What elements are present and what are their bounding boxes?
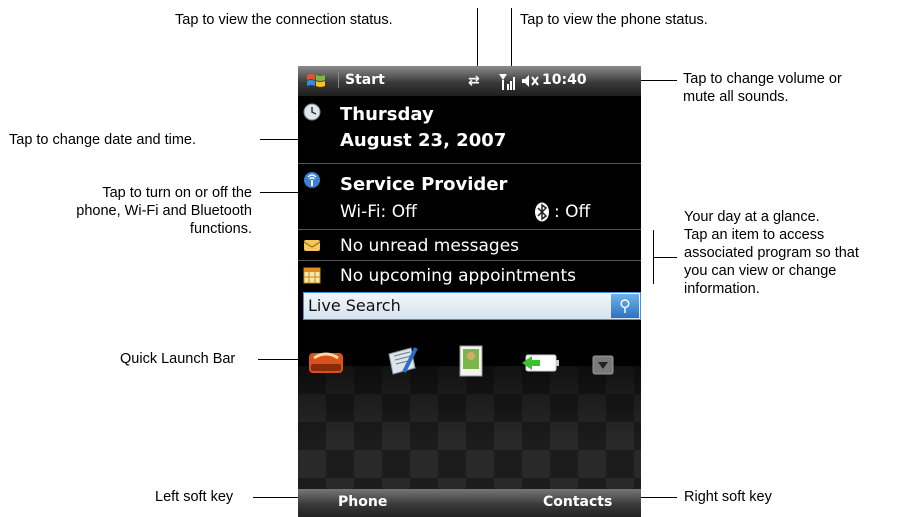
radios-annotation: Tap to turn on or off the phone, Wi-Fi a… [18, 184, 252, 238]
date-time-leader [260, 139, 298, 140]
connection-icon[interactable]: ⇄ [468, 73, 480, 89]
right-softkey[interactable]: Contacts [543, 494, 612, 510]
wifi-status[interactable]: Wi-Fi: Off [340, 202, 417, 222]
start-button[interactable]: Start [338, 72, 385, 88]
phone-screen: Start ⇄ 10:40 Thursday August 23, 2007 S… [298, 66, 641, 517]
wallpaper-shade [298, 366, 641, 493]
right-soft-annotation: Right soft key [684, 489, 772, 505]
appointments-label: No upcoming appointments [340, 266, 576, 286]
radios-annotation-line1: Tap to turn on or off the [102, 185, 252, 201]
calendar-icon [303, 267, 321, 284]
radios-annotation-line2: phone, Wi-Fi and Bluetooth [76, 203, 252, 219]
volume-annotation-line2: mute all sounds. [683, 89, 789, 105]
soft-key-bar: Phone Contacts [298, 489, 641, 517]
glance-annotation-line5: information. [684, 281, 760, 297]
divider [298, 260, 641, 261]
volume-annotation-line1: Tap to change volume or [683, 71, 842, 87]
glance-annotation: Your day at a glance. Tap an item to acc… [684, 208, 859, 298]
provider-row[interactable]: Service Provider Wi-Fi: Off : Off [298, 166, 641, 228]
search-input[interactable]: Live Search [308, 296, 401, 315]
bluetooth-icon[interactable] [534, 202, 550, 222]
volume-annotation: Tap to change volume or mute all sounds. [683, 70, 842, 106]
appointments-row[interactable]: No upcoming appointments [298, 262, 641, 290]
battery-app-icon[interactable] [520, 351, 560, 375]
radios-leader [260, 192, 298, 193]
wireless-icon [304, 172, 320, 188]
glance-annotation-line2: Tap an item to access [684, 227, 825, 243]
glance-annotation-line3: associated program so that [684, 245, 859, 261]
left-softkey[interactable]: Phone [338, 494, 387, 510]
quick-launch-annotation: Quick Launch Bar [120, 351, 236, 367]
live-search-box[interactable]: Live Search ⚲ [303, 292, 641, 320]
phone-status-annotation: Tap to view the phone status. [520, 12, 708, 28]
expand-arrow-icon[interactable] [592, 355, 614, 375]
title-bar: Start ⇄ 10:40 [298, 66, 641, 96]
date-time-annotation: Tap to change date and time. [9, 132, 197, 148]
day-label: Thursday [340, 104, 434, 125]
menu-app-icon[interactable] [308, 348, 344, 376]
notes-app-icon[interactable] [386, 346, 420, 378]
bluetooth-status[interactable]: : Off [554, 202, 590, 222]
search-icon[interactable]: ⚲ [611, 294, 639, 318]
phone-status-leader [511, 8, 512, 66]
date-row[interactable]: Thursday August 23, 2007 [298, 98, 641, 162]
clock-icon [303, 103, 321, 121]
messages-label: No unread messages [340, 236, 520, 256]
connection-leader [477, 8, 478, 66]
volume-mute-icon[interactable] [521, 74, 539, 88]
date-label: August 23, 2007 [340, 130, 507, 151]
glance-leader [653, 257, 677, 258]
glance-annotation-line4: you can view or change [684, 263, 837, 279]
picture-app-icon[interactable] [458, 344, 484, 378]
radios-annotation-line3: functions. [189, 221, 252, 237]
connection-annotation: Tap to view the connection status. [175, 12, 393, 28]
clock[interactable]: 10:40 [542, 72, 587, 88]
divider [298, 229, 641, 230]
divider [298, 163, 641, 164]
glance-annotation-line1: Your day at a glance. [684, 209, 820, 225]
left-soft-annotation: Left soft key [155, 489, 234, 505]
windows-logo-icon[interactable] [306, 71, 326, 91]
provider-label: Service Provider [340, 174, 508, 195]
signal-icon[interactable] [498, 73, 516, 91]
messages-row[interactable]: No unread messages [298, 232, 641, 260]
mail-icon [303, 240, 321, 251]
